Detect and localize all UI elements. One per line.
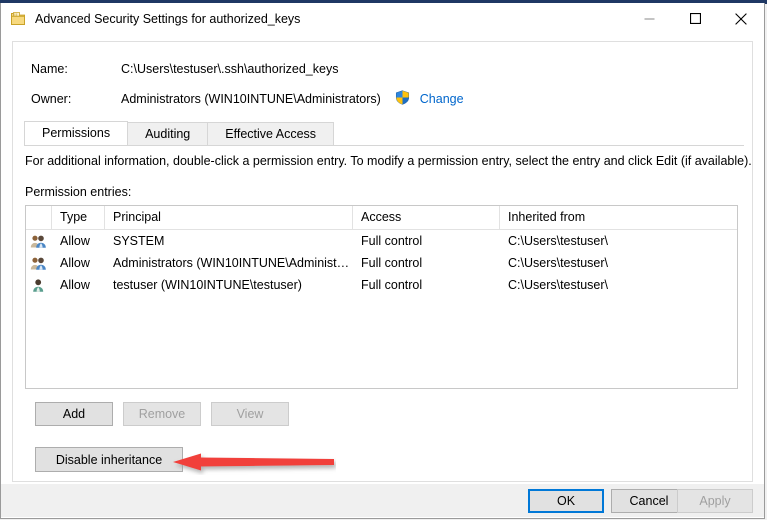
cell-access: Full control <box>361 256 423 270</box>
minimize-button[interactable] <box>626 3 672 34</box>
cell-principal: Administrators (WIN10INTUNE\Administrat.… <box>113 256 353 270</box>
list-header-row: Type Principal Access Inherited from <box>26 206 737 230</box>
disable-inheritance-button[interactable]: Disable inheritance <box>35 447 183 472</box>
remove-button[interactable]: Remove <box>123 402 201 426</box>
column-header-inherited-from[interactable]: Inherited from <box>500 206 737 229</box>
tab-effective-access[interactable]: Effective Access <box>207 122 335 145</box>
name-row: Name: C:\Users\testuser\.ssh\authorized_… <box>31 62 338 76</box>
name-value: C:\Users\testuser\.ssh\authorized_keys <box>121 62 339 76</box>
apply-button[interactable]: Apply <box>677 489 753 513</box>
dialog-content-panel: Name: C:\Users\testuser\.ssh\authorized_… <box>12 41 753 482</box>
group-icon <box>26 256 52 271</box>
cell-access: Full control <box>361 234 423 248</box>
column-header-principal[interactable]: Principal <box>105 206 353 229</box>
cell-inherited-from: C:\Users\testuser\ <box>508 256 609 270</box>
column-header-type[interactable]: Type <box>52 206 105 229</box>
owner-row: Owner: Administrators (WIN10INTUNE\Admin… <box>31 90 464 108</box>
table-row[interactable]: Allow Administrators (WIN10INTUNE\Admini… <box>26 252 737 274</box>
table-row[interactable]: Allow SYSTEM Full control C:\Users\testu… <box>26 230 737 252</box>
cell-type: Allow <box>60 234 90 248</box>
tab-permissions[interactable]: Permissions <box>24 121 129 145</box>
group-icon <box>26 234 52 249</box>
permission-entries-label: Permission entries: <box>25 185 132 199</box>
cell-inherited-from: C:\Users\testuser\ <box>508 234 609 248</box>
folder-document-icon <box>10 11 26 27</box>
window-controls <box>626 3 764 34</box>
permission-entries-list[interactable]: Type Principal Access Inherited from All… <box>25 205 738 389</box>
name-label: Name: <box>31 62 68 76</box>
add-button[interactable]: Add <box>35 402 113 426</box>
column-header-icon[interactable] <box>26 206 52 229</box>
maximize-icon <box>689 13 701 24</box>
cell-access: Full control <box>361 278 423 292</box>
cell-type: Allow <box>60 278 90 292</box>
advanced-security-settings-dialog: Advanced Security Settings for authorize… <box>0 3 765 519</box>
cell-principal: SYSTEM <box>113 234 165 248</box>
close-icon <box>735 12 747 25</box>
cancel-button[interactable]: Cancel <box>611 489 687 513</box>
cell-type: Allow <box>60 256 90 270</box>
instruction-text: For additional information, double-click… <box>25 154 752 168</box>
title-bar: Advanced Security Settings for authorize… <box>1 3 764 34</box>
owner-value: Administrators (WIN10INTUNE\Administrato… <box>121 92 381 106</box>
user-icon <box>26 278 52 293</box>
change-owner-link[interactable]: Change <box>420 92 464 106</box>
window-title: Advanced Security Settings for authorize… <box>35 11 301 26</box>
maximize-button[interactable] <box>672 3 718 34</box>
ok-button[interactable]: OK <box>528 489 604 513</box>
table-row[interactable]: Allow testuser (WIN10INTUNE\testuser) Fu… <box>26 274 737 296</box>
owner-label: Owner: <box>31 92 72 106</box>
tab-strip: Permissions Auditing Effective Access <box>24 121 744 146</box>
cell-principal: testuser (WIN10INTUNE\testuser) <box>113 278 302 292</box>
column-header-access[interactable]: Access <box>353 206 500 229</box>
tab-auditing[interactable]: Auditing <box>127 122 209 145</box>
minimize-icon <box>644 18 654 20</box>
dialog-footer: OK Cancel Apply <box>1 484 764 517</box>
cell-inherited-from: C:\Users\testuser\ <box>508 278 609 292</box>
close-button[interactable] <box>718 3 764 34</box>
view-button[interactable]: View <box>211 402 289 426</box>
uac-shield-icon <box>395 90 410 108</box>
